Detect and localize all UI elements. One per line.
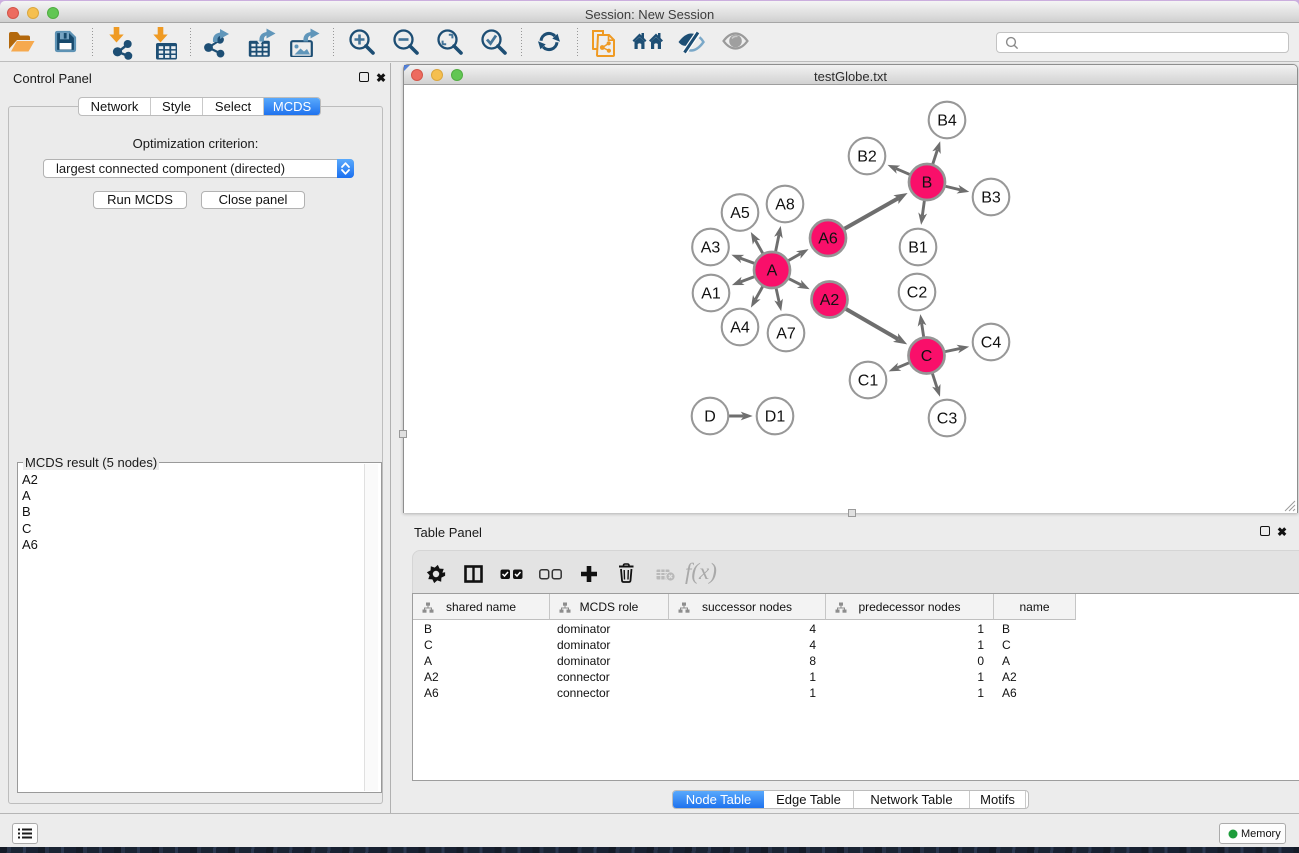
svg-text:C2: C2 [907,285,928,302]
svg-text:A3: A3 [701,240,721,257]
svg-text:B3: B3 [981,190,1001,207]
svg-text:C3: C3 [937,411,958,428]
svg-text:A1: A1 [701,286,721,303]
svg-text:C4: C4 [981,335,1002,352]
svg-text:B2: B2 [857,149,877,166]
svg-text:C1: C1 [858,373,879,390]
svg-text:A5: A5 [730,205,750,222]
svg-text:D: D [704,409,716,426]
svg-text:A: A [767,263,778,280]
svg-text:B1: B1 [908,240,928,257]
svg-text:A6: A6 [818,231,838,248]
svg-text:A8: A8 [775,197,795,214]
svg-text:C: C [921,348,933,365]
svg-text:A7: A7 [776,326,796,343]
svg-text:B4: B4 [937,113,957,130]
svg-text:D1: D1 [765,409,786,426]
svg-text:A2: A2 [820,292,840,309]
svg-text:B: B [922,175,933,192]
svg-text:A4: A4 [730,320,750,337]
